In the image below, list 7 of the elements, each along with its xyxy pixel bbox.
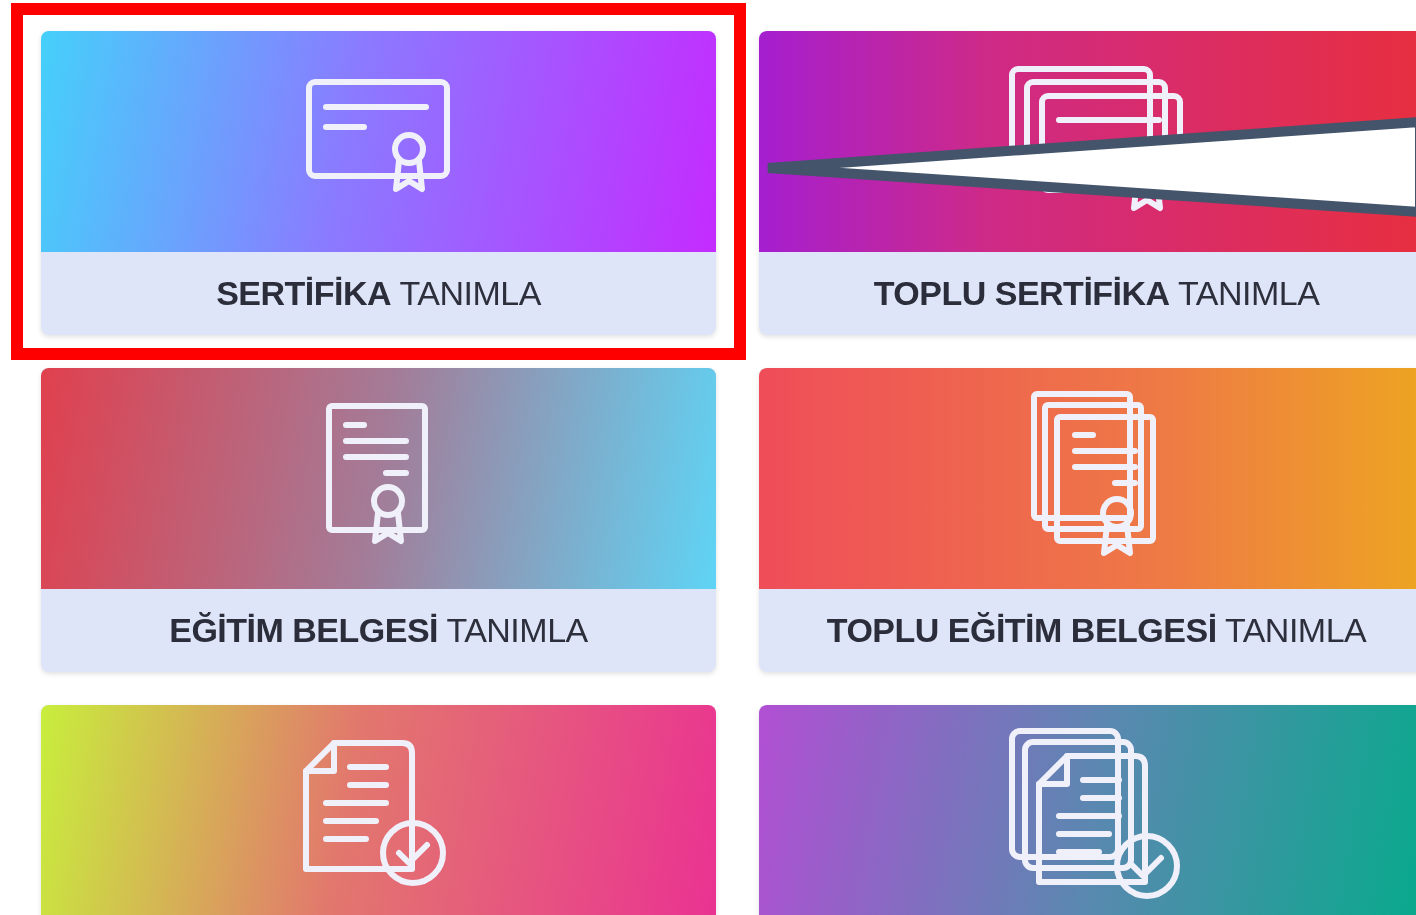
card-title: EĞİTİM BELGESİ TANIMLA	[169, 611, 588, 650]
menu-card[interactable]: EĞİTİM BELGESİ TANIMLA	[41, 368, 716, 672]
card-title: SERTİFİKA TANIMLA	[216, 274, 541, 313]
menu-card[interactable]: SERTİFİKA TANIMLA	[41, 31, 716, 335]
menu-card[interactable]: TOPLU EĞİTİM BELGESİ TANIMLA	[759, 368, 1416, 672]
card-title: TOPLU SERTİFİKA TANIMLA	[873, 274, 1320, 313]
card-title: TOPLU EĞİTİM BELGESİ TANIMLA	[826, 611, 1367, 650]
